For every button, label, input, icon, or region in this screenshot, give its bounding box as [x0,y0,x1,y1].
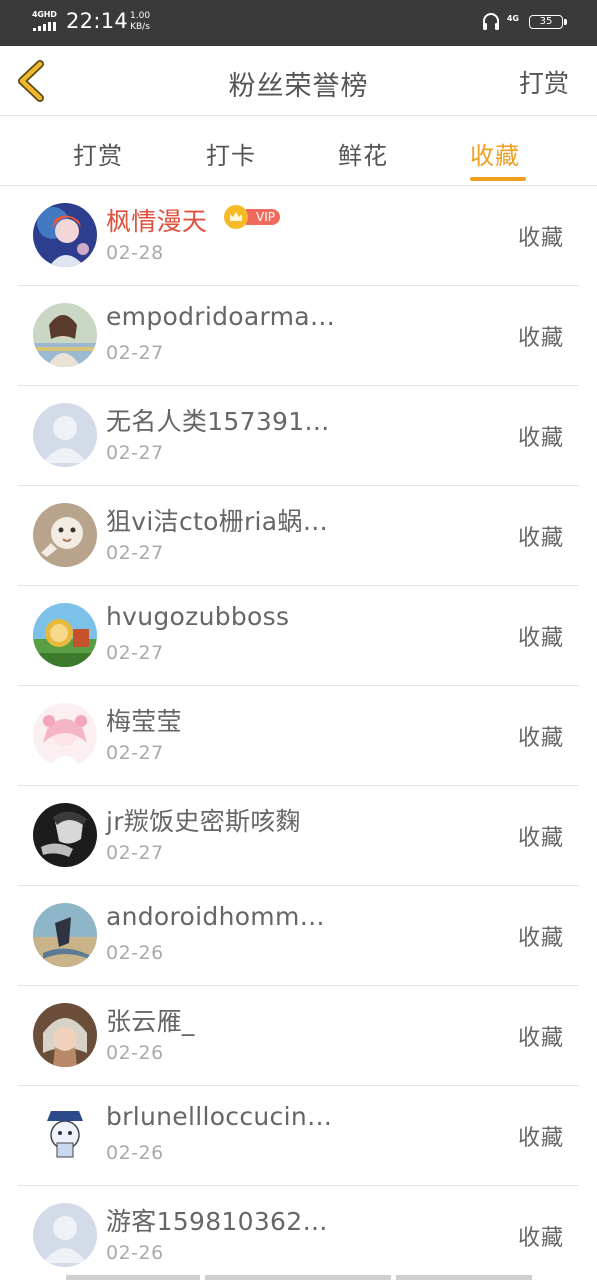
list-item[interactable]: 枫情漫天 VIP 02-28 收藏 [0,186,597,286]
list-item[interactable]: 游客159810362… 02-26 收藏 [0,1186,597,1286]
vip-badge: VIP [224,205,280,229]
date: 02-27 [106,742,164,764]
tab-favorites[interactable]: 收藏 [470,136,520,171]
scroll-indicator [66,1275,532,1280]
avatar [33,1103,97,1167]
avatar [33,1003,97,1067]
action-label: 收藏 [517,626,564,651]
date: 02-27 [106,342,164,364]
network-type: 4GHD [32,10,57,19]
speed-unit: KB/s [130,22,150,32]
reward-button[interactable]: 打赏 [519,64,569,100]
date: 02-26 [106,1242,164,1264]
signal-icon: 4GHD [32,10,60,34]
user-name: jr羰饭史密斯咳麴 [106,807,301,836]
tab-checkin[interactable]: 打卡 [206,136,256,171]
user-name: 游客159810362… [106,1207,328,1236]
date: 02-26 [106,1142,164,1164]
battery-level: 35 [539,16,553,27]
list-item[interactable]: 梅莹莹 02-27 收藏 [0,686,597,786]
avatar [33,303,97,367]
active-tab-indicator [470,177,526,181]
tab-bar: 打赏 打卡 鲜花 收藏 [0,116,597,186]
battery-icon: 35 [529,15,567,29]
mobile-data-indicator: 4G [506,14,519,23]
user-name: empodridoarma… [106,302,336,331]
action-label: 收藏 [517,1126,564,1151]
action-label: 收藏 [517,926,564,951]
user-name: 狙vi洁cto栅ria蜗… [106,507,329,536]
user-name: 枫情漫天 [106,207,208,236]
date: 02-26 [106,1042,164,1064]
network-speed: 1.00 KB/s [130,11,150,33]
user-name: 梅莹莹 [106,707,182,736]
avatar [33,903,97,967]
default-avatar-icon [33,1203,97,1267]
action-label: 收藏 [517,226,564,251]
list-item[interactable]: jr羰饭史密斯咳麴 02-27 收藏 [0,786,597,886]
tab-reward[interactable]: 打赏 [73,136,123,171]
action-label: 收藏 [517,726,564,751]
headphone-icon [483,13,499,30]
date: 02-27 [106,842,164,864]
user-name: 张云雁_ [106,1007,195,1036]
action-label: 收藏 [517,826,564,851]
speed-value: 1.00 [130,11,151,21]
list-item[interactable]: andoroidhomm… 02-26 收藏 [0,886,597,986]
crown-icon [224,205,248,229]
status-bar: 4GHD 22:14 1.00 KB/s 4G 35 [0,0,597,46]
list-item[interactable]: empodridoarma… 02-27 收藏 [0,286,597,386]
action-label: 收藏 [517,1226,564,1251]
action-label: 收藏 [517,526,564,551]
list-item[interactable]: hvugozubboss 02-27 收藏 [0,586,597,686]
user-name: andoroidhomm… [106,902,325,931]
action-label: 收藏 [517,1026,564,1051]
user-name: hvugozubboss [106,602,290,631]
user-name: 无名人类157391… [106,407,330,436]
date: 02-27 [106,642,164,664]
date: 02-26 [106,942,164,964]
nav-bar: 粉丝荣誉榜 打赏 [0,46,597,116]
avatar [33,603,97,667]
date: 02-27 [106,442,164,464]
avatar [33,703,97,767]
clock: 22:14 [66,9,129,33]
avatar [33,503,97,567]
list-item[interactable]: brlunellloccucin… 02-26 收藏 [0,1086,597,1186]
default-avatar-icon [33,403,97,467]
action-label: 收藏 [517,326,564,351]
list-item[interactable]: 狙vi洁cto栅ria蜗… 02-27 收藏 [0,486,597,586]
date: 02-27 [106,542,164,564]
date: 02-28 [106,242,164,264]
list-item[interactable]: 张云雁_ 02-26 收藏 [0,986,597,1086]
action-label: 收藏 [517,426,564,451]
avatar [33,203,97,267]
user-name: brlunellloccucin… [106,1102,333,1131]
list-item[interactable]: 无名人类157391… 02-27 收藏 [0,386,597,486]
avatar [33,803,97,867]
tab-flowers[interactable]: 鲜花 [338,136,388,171]
page-title: 粉丝荣誉榜 [228,71,369,102]
